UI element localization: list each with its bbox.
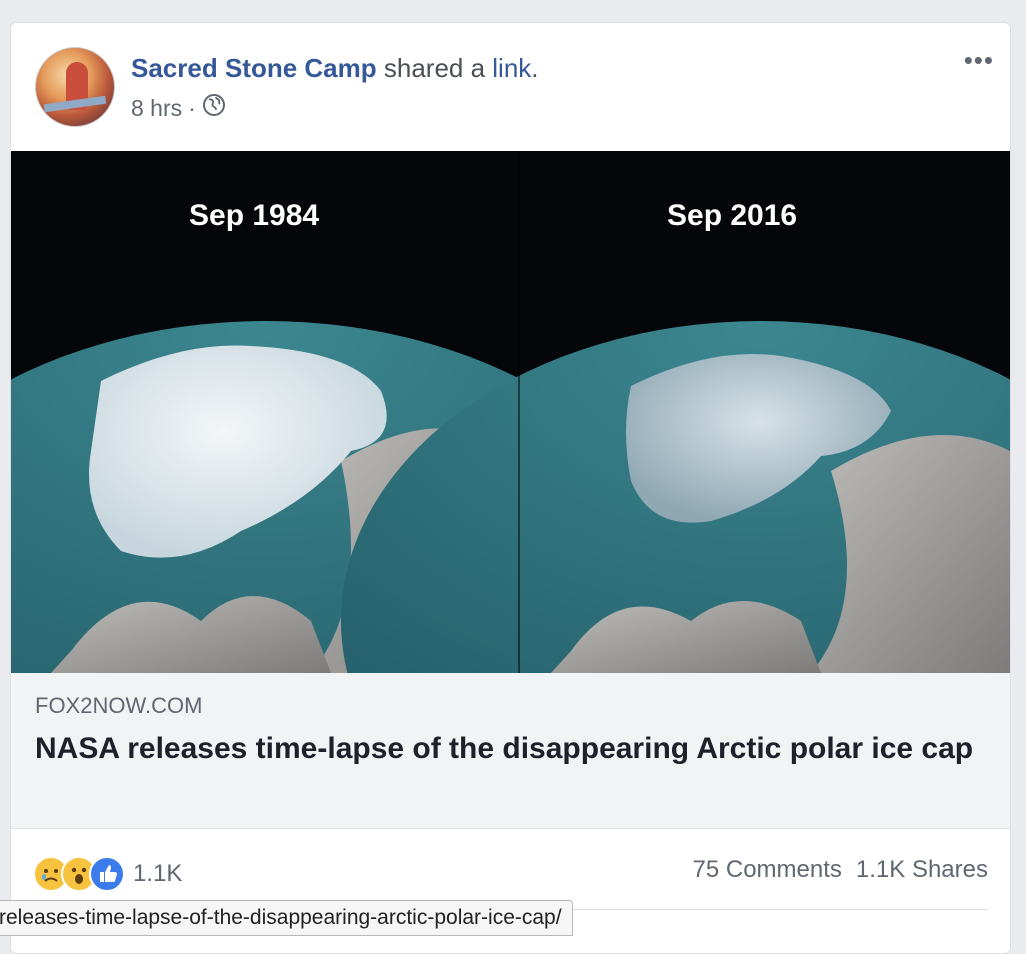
status-bar-url: releases-time-lapse-of-the-disappearing-… — [0, 900, 573, 936]
link-word[interactable]: link — [492, 53, 531, 83]
right-date-label: Sep 2016 — [667, 199, 798, 232]
comment-share-counts: 75 Comments 1.1K Shares — [693, 856, 988, 884]
link-domain: FOX2NOW.COM — [35, 693, 203, 718]
action-suffix: . — [531, 53, 539, 83]
meta-separator: · — [188, 94, 196, 121]
globe-icon[interactable] — [202, 93, 226, 123]
more-options-button[interactable]: ••• — [964, 45, 994, 76]
left-date-label: Sep 1984 — [189, 199, 320, 232]
like-reaction-icon — [89, 856, 125, 892]
reactions-summary[interactable]: 1.1K — [33, 856, 182, 892]
shares-count[interactable]: 1.1K Shares — [856, 856, 988, 884]
action-text: shared a — [376, 53, 493, 83]
post-meta: 8 hrs · — [131, 93, 226, 123]
link-title[interactable]: NASA releases time-lapse of the disappea… — [35, 729, 975, 769]
timestamp[interactable]: 8 hrs — [131, 95, 182, 122]
comments-count[interactable]: 75 Comments — [693, 856, 842, 884]
author-link[interactable]: Sacred Stone Camp — [131, 53, 377, 83]
link-preview[interactable]: FOX2NOW.COM NASA releases time-lapse of … — [11, 673, 1010, 829]
reaction-count[interactable]: 1.1K — [133, 860, 182, 888]
post-card: Sacred Stone Camp shared a link. 8 hrs ·… — [10, 22, 1011, 954]
link-image[interactable]: Sep 1984 Sep 2016 — [11, 151, 1010, 673]
avatar[interactable] — [35, 47, 115, 127]
post-header: Sacred Stone Camp shared a link. — [131, 53, 539, 84]
